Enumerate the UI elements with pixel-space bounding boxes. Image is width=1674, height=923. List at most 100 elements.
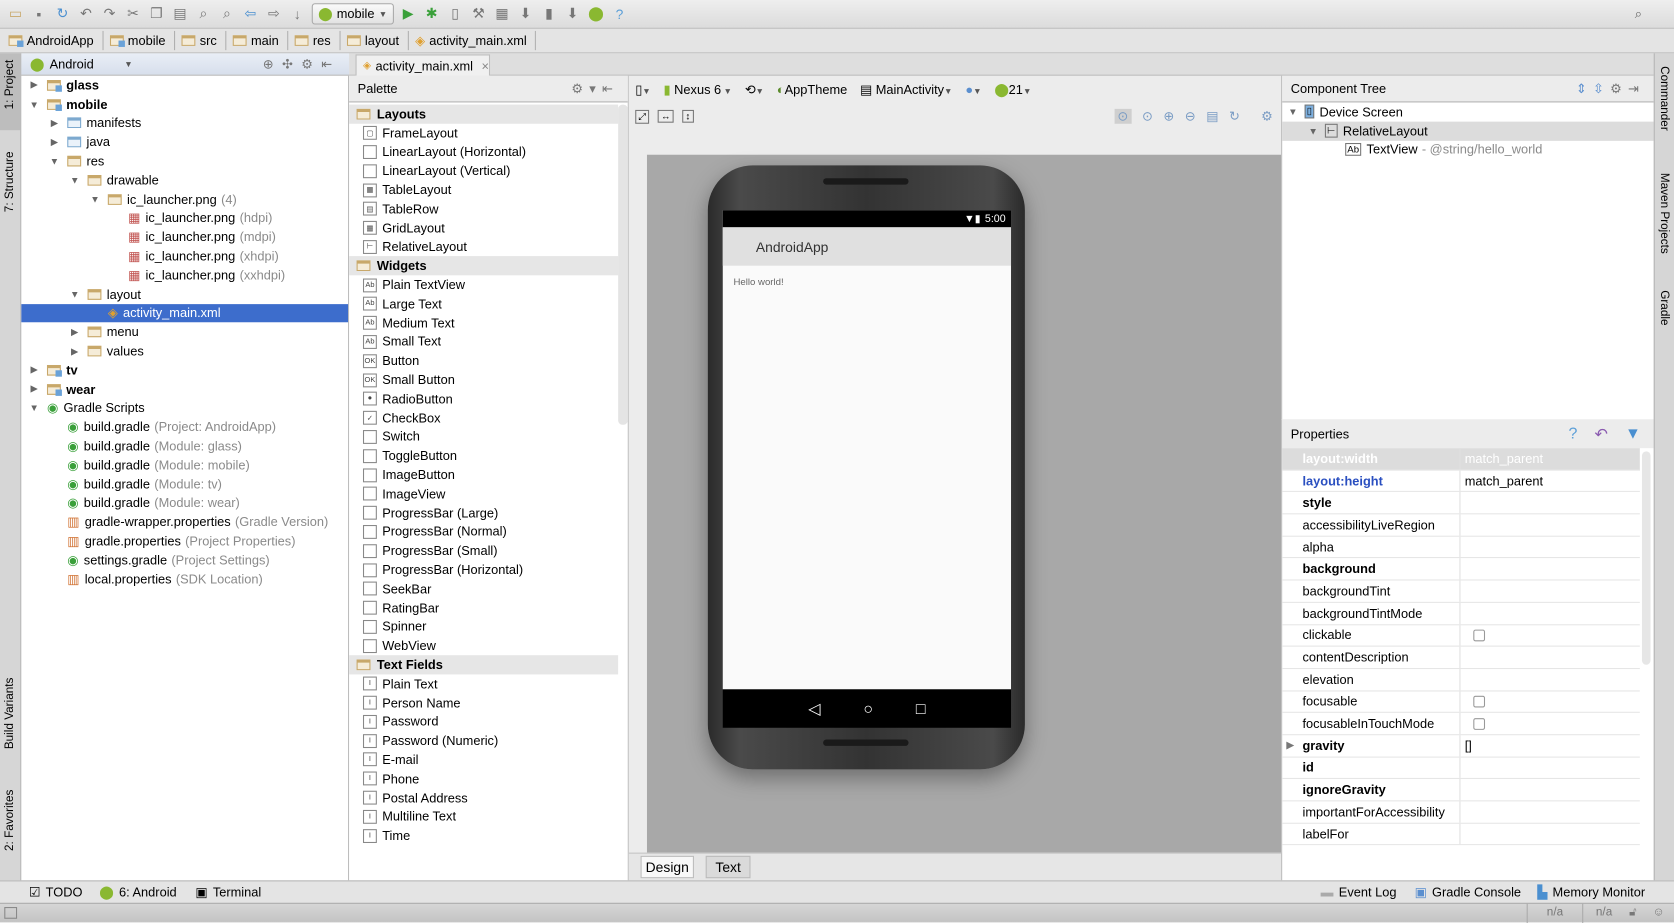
tab-text[interactable]: Text	[705, 855, 751, 879]
project-tree-item[interactable]: ▥ local.properties (SDK Location)	[21, 570, 348, 589]
property-row[interactable]: ignoreGravity	[1282, 779, 1640, 802]
expanded-arrow-icon[interactable]: ▼	[28, 403, 41, 414]
expand-vertical-icon[interactable]: ↕	[682, 109, 694, 123]
palette-item[interactable]: I Plain Text	[349, 674, 618, 693]
memory-monitor-button[interactable]: ▙ Memory Monitor	[1537, 881, 1645, 902]
chevron-down-icon[interactable]: ▼	[124, 59, 132, 69]
sync-gradle-icon[interactable]: ⬇	[563, 5, 581, 23]
palette-item[interactable]: I Password (Numeric)	[349, 731, 618, 750]
orientation-icon[interactable]: ⟲▼	[745, 82, 764, 97]
component-tree-node[interactable]: ▼ ▯ Device Screen	[1282, 102, 1654, 121]
property-row[interactable]: layout:width match_parent	[1282, 448, 1640, 471]
gradle-tool-button[interactable]: Gradle	[1658, 290, 1671, 325]
zoom-out-icon[interactable]: ⊖	[1185, 109, 1196, 124]
property-row[interactable]: alpha	[1282, 536, 1640, 559]
breadcrumb-item[interactable]: mobile	[109, 30, 176, 51]
palette-item[interactable]: I Phone	[349, 769, 618, 788]
breadcrumb-item[interactable]: res	[294, 30, 341, 51]
breadcrumb-item[interactable]: main	[232, 30, 289, 51]
project-tree-item[interactable]: ◈ activity_main.xml	[21, 303, 349, 323]
property-row[interactable]: style	[1282, 492, 1640, 515]
project-tree-item[interactable]: ▦ ic_launcher.png (xxhdpi)	[21, 266, 348, 285]
palette-category[interactable]: Widgets	[349, 256, 619, 276]
breadcrumb-item[interactable]: AndroidApp	[8, 30, 104, 51]
project-tree-item[interactable]: ◉ build.gradle (Module: wear)	[21, 494, 348, 513]
property-value[interactable]	[1460, 536, 1639, 557]
save-icon[interactable]: ▪	[30, 5, 48, 23]
breadcrumb-item[interactable]: src	[181, 30, 227, 51]
project-tree-item[interactable]: ▶ java	[21, 133, 348, 152]
project-tree-item[interactable]: ▼ ◉ Gradle Scripts	[21, 399, 348, 418]
project-tree-item[interactable]: ▶ glass	[21, 76, 348, 95]
refresh-icon[interactable]: ↻	[1229, 109, 1240, 124]
debug-icon[interactable]: ✱	[422, 5, 440, 23]
zoom-to-fit-icon[interactable]: ⊙	[1114, 108, 1132, 124]
palette-item[interactable]: ✓ CheckBox	[349, 408, 618, 427]
project-view-selector[interactable]: Android	[50, 57, 125, 72]
project-tree-item[interactable]: ▶ manifests	[21, 114, 348, 133]
project-tree-item[interactable]: ▼ drawable	[21, 171, 348, 190]
expanded-arrow-icon[interactable]: ▼	[68, 175, 81, 186]
expanded-arrow-icon[interactable]: ▼	[28, 99, 41, 110]
palette-item[interactable]: OK Small Button	[349, 370, 618, 389]
palette-item[interactable]: I E-mail	[349, 750, 618, 769]
replace-icon[interactable]: ⌕	[218, 5, 236, 23]
expanded-arrow-icon[interactable]: ▼	[48, 156, 61, 167]
palette-item[interactable]: OK Button	[349, 351, 618, 370]
close-icon[interactable]: ×	[482, 58, 489, 73]
palette-item[interactable]: I Person Name	[349, 693, 618, 712]
device-selector[interactable]: ▮ Nexus 6 ▼	[664, 82, 732, 97]
hector-icon[interactable]: ☺	[1653, 906, 1665, 919]
property-row[interactable]: elevation	[1282, 668, 1640, 692]
palette-item[interactable]: I Password	[349, 712, 618, 731]
terminal-tool-button[interactable]: ▣ Terminal	[195, 881, 261, 902]
property-value[interactable]	[1460, 492, 1639, 513]
editor-tab-activity-main[interactable]: ◈ activity_main.xml ×	[355, 54, 491, 76]
collapsed-arrow-icon[interactable]: ▶	[48, 136, 61, 148]
palette-item[interactable]: ProgressBar (Normal)	[349, 522, 618, 541]
property-value[interactable]	[1460, 757, 1639, 778]
project-tree-item[interactable]: ◉ build.gradle (Module: mobile)	[21, 456, 348, 475]
device-config-icon[interactable]: ▯▼	[635, 82, 651, 97]
recents-icon[interactable]: □	[916, 699, 926, 717]
event-log-button[interactable]: ▬ Event Log	[1321, 881, 1397, 902]
project-tree-item[interactable]: ▶ tv	[21, 361, 348, 380]
palette-item[interactable]: ● RadioButton	[349, 389, 618, 408]
project-tree-item[interactable]: ◉ settings.gradle (Project Settings)	[21, 551, 348, 570]
structure-tool-button[interactable]: 7: Structure	[3, 152, 16, 213]
expanded-arrow-icon[interactable]: ▼	[1307, 126, 1320, 137]
property-row[interactable]: clickable	[1282, 624, 1640, 647]
palette-item[interactable]: ToggleButton	[349, 446, 618, 465]
theme-selector[interactable]: ◐AppTheme	[777, 82, 847, 97]
property-value[interactable]	[1460, 669, 1639, 690]
palette-item[interactable]: I Time	[349, 826, 618, 845]
component-tree-node[interactable]: ▼ ⊢ RelativeLayout	[1282, 121, 1654, 141]
panel-actions[interactable]: ⊕✣⚙⇤	[263, 57, 341, 72]
palette-item[interactable]: I Multiline Text	[349, 807, 618, 826]
project-tree-item[interactable]: ▦ ic_launcher.png (xhdpi)	[21, 247, 348, 266]
restore-default-icon[interactable]: ↶	[1595, 424, 1608, 443]
zoom-actual-icon[interactable]: ⊙	[1142, 109, 1153, 124]
palette-item[interactable]: ▤ TableRow	[349, 200, 618, 219]
component-tree-node[interactable]: Ab TextView - @string/hello_world	[1282, 140, 1654, 159]
sync-icon[interactable]: ↻	[53, 5, 71, 23]
property-value[interactable]	[1460, 603, 1639, 624]
palette-item[interactable]: LinearLayout (Vertical)	[349, 162, 618, 181]
collapsed-arrow-icon[interactable]: ▶	[48, 117, 61, 129]
preview-icon[interactable]: ▤	[1206, 109, 1218, 124]
property-row[interactable]: backgroundTintMode	[1282, 602, 1640, 625]
palette-category[interactable]: Text Fields	[349, 655, 619, 675]
run-configuration-selector[interactable]: ⬤ mobile ▼	[311, 3, 394, 25]
palette-item[interactable]: ImageButton	[349, 465, 618, 484]
project-tree-item[interactable]: ▼ ic_launcher.png (4)	[21, 190, 348, 209]
help-icon[interactable]: ?	[610, 5, 628, 23]
build-variants-tool-button[interactable]: Build Variants	[3, 678, 16, 750]
collapsed-arrow-icon[interactable]: ▶	[68, 326, 81, 338]
gear-icon[interactable]: ⚙▾⇤	[571, 81, 619, 96]
palette-scrollbar[interactable]	[618, 104, 628, 425]
property-row[interactable]: contentDescription	[1282, 646, 1640, 669]
favorites-tool-button[interactable]: 2: Favorites	[3, 790, 16, 851]
property-value[interactable]: match_parent	[1460, 470, 1639, 491]
property-value[interactable]	[1460, 559, 1639, 580]
property-row[interactable]: ▶ gravity []	[1282, 735, 1640, 758]
